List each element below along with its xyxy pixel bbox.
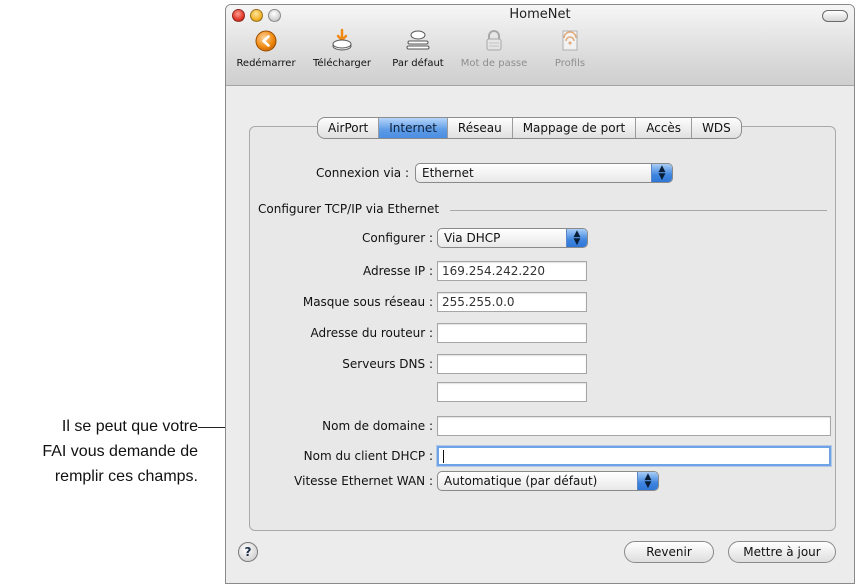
mask-field[interactable]: 255.255.0.0 — [437, 292, 587, 312]
configurer-label: Configurer : — [362, 231, 433, 245]
tab-reseau[interactable]: Réseau — [448, 118, 513, 138]
callout-text: Il se peut que votre FAI vous demande de… — [0, 414, 198, 489]
router-field[interactable] — [437, 323, 587, 343]
connexion-value: Ethernet — [422, 166, 474, 180]
toolbar-download-label: Télécharger — [312, 58, 371, 69]
callout-line-2: FAI vous demande de — [42, 443, 198, 460]
dns-row-2 — [250, 381, 587, 403]
dhcp-client-row: Nom du client DHCP : — [250, 445, 831, 467]
lock-icon — [480, 27, 508, 55]
router-row: Adresse du routeur : — [250, 322, 587, 344]
callout-line-3: remplir ces champs. — [54, 468, 198, 485]
dhcp-client-field[interactable] — [437, 446, 831, 466]
mask-label: Masque sous réseau : — [302, 295, 433, 309]
toolbar-default-button[interactable]: Par défaut — [384, 25, 452, 69]
dns-field-2[interactable] — [437, 382, 587, 402]
toolbar-toggle-button[interactable] — [822, 10, 848, 22]
configurer-row: Configurer : Via DHCP ▲ ▼ — [250, 227, 588, 249]
connexion-label: Connexion via : — [316, 166, 409, 180]
titlebar: HomeNet Redémarrer Télécharger Par défau… — [226, 5, 854, 86]
help-button[interactable]: ? — [238, 542, 258, 562]
wan-speed-label: Vitesse Ethernet WAN : — [294, 474, 433, 488]
ip-label: Adresse IP : — [362, 264, 433, 278]
tab-internet[interactable]: Internet — [379, 118, 448, 138]
dhcp-client-label: Nom du client DHCP : — [303, 449, 433, 463]
dns-row: Serveurs DNS : — [250, 353, 587, 375]
wan-speed-value: Automatique (par défaut) — [444, 474, 598, 488]
settings-group-box: Connexion via : Ethernet ▲ ▼ Configurer T… — [249, 126, 836, 531]
section-divider — [450, 210, 827, 211]
restart-icon — [252, 27, 280, 55]
tab-airport[interactable]: AirPort — [318, 118, 380, 138]
toolbar-profiles-button[interactable]: Profils — [536, 25, 604, 69]
ip-row: Adresse IP : 169.254.242.220 — [250, 260, 587, 282]
toolbar-restart-label: Redémarrer — [236, 58, 296, 69]
toolbar-default-label: Par défaut — [392, 58, 444, 69]
toolbar-password-label: Mot de passe — [460, 58, 528, 69]
toolbar: Redémarrer Télécharger Par défaut Mot de… — [226, 25, 854, 85]
toolbar-download-button[interactable]: Télécharger — [308, 25, 376, 69]
mask-row: Masque sous réseau : 255.255.0.0 — [250, 291, 587, 313]
connexion-row: Connexion via : Ethernet ▲ ▼ — [250, 162, 673, 184]
default-icon — [404, 27, 432, 55]
toolbar-password-button[interactable]: Mot de passe — [460, 25, 528, 69]
tab-bar: AirPort Internet Réseau Mappage de port … — [317, 117, 742, 139]
window-title: HomeNet — [509, 7, 571, 22]
popup-arrows-icon: ▲ ▼ — [637, 472, 658, 490]
domain-field[interactable] — [437, 416, 831, 436]
tab-acces[interactable]: Accès — [636, 118, 693, 138]
popup-arrows-icon: ▲ ▼ — [566, 229, 587, 247]
popup-arrows-icon: ▲ ▼ — [651, 164, 672, 182]
wan-speed-popup[interactable]: Automatique (par défaut) ▲ ▼ — [437, 471, 659, 491]
tab-wds[interactable]: WDS — [692, 118, 741, 138]
section-title: Configurer TCP/IP via Ethernet — [258, 202, 444, 216]
dns-field-1[interactable] — [437, 354, 587, 374]
profiles-icon — [556, 27, 584, 55]
tab-mappage-de-port[interactable]: Mappage de port — [513, 118, 637, 138]
wan-speed-row: Vitesse Ethernet WAN : Automatique (par … — [250, 470, 659, 492]
content-area: Connexion via : Ethernet ▲ ▼ Configurer T… — [226, 86, 854, 583]
update-button[interactable]: Mettre à jour — [728, 541, 836, 563]
connexion-popup[interactable]: Ethernet ▲ ▼ — [415, 163, 673, 183]
router-label: Adresse du routeur : — [310, 326, 433, 340]
callout-line-1: Il se peut que votre — [61, 418, 198, 435]
homenet-window: HomeNet Redémarrer Télécharger Par défau… — [225, 4, 855, 584]
dns-label: Serveurs DNS : — [342, 357, 433, 371]
download-icon — [328, 27, 356, 55]
domain-row: Nom de domaine : — [250, 415, 831, 437]
configurer-popup[interactable]: Via DHCP ▲ ▼ — [437, 228, 588, 248]
ip-field[interactable]: 169.254.242.220 — [437, 261, 587, 281]
configurer-value: Via DHCP — [444, 231, 501, 245]
revert-button[interactable]: Revenir — [624, 541, 714, 563]
toolbar-restart-button[interactable]: Redémarrer — [232, 25, 300, 69]
domain-label: Nom de domaine : — [322, 419, 433, 433]
toolbar-profiles-label: Profils — [554, 58, 586, 69]
text-cursor — [443, 450, 444, 463]
